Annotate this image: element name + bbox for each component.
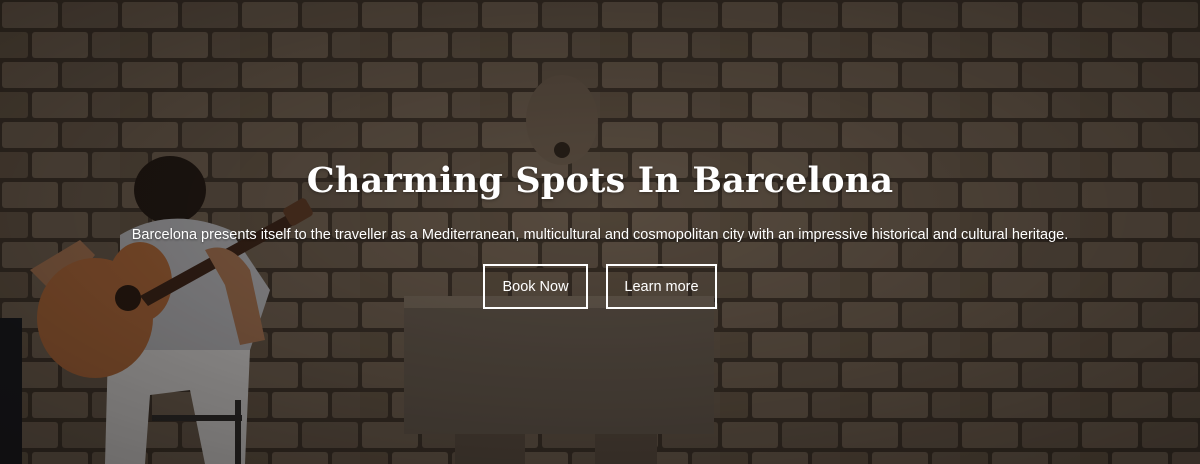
book-now-button[interactable]: Book Now — [483, 264, 588, 309]
hero-section: Charming Spots In Barcelona Barcelona pr… — [0, 0, 1200, 464]
hero-content: Charming Spots In Barcelona Barcelona pr… — [0, 0, 1200, 464]
hero-subtitle: Barcelona presents itself to the travell… — [131, 227, 1069, 243]
learn-more-button[interactable]: Learn more — [606, 264, 717, 309]
hero-title: Charming Spots In Barcelona — [306, 160, 894, 201]
